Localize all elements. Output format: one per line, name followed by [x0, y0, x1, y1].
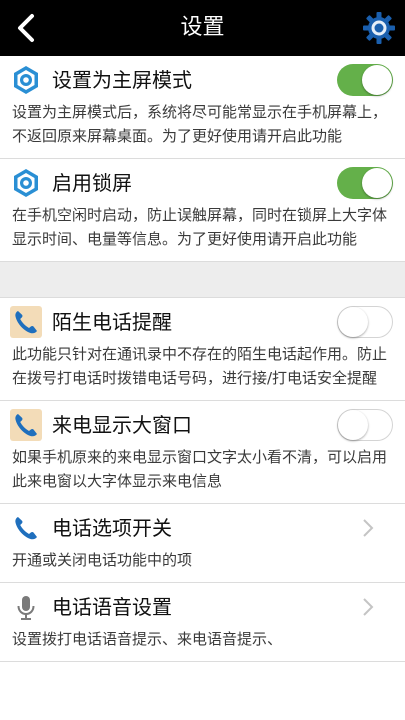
- toggle-switch[interactable]: [337, 409, 393, 441]
- setting-title: 电话选项开关: [52, 516, 172, 540]
- phone-icon: [10, 409, 42, 441]
- setting-title: 电话语音设置: [52, 595, 172, 619]
- toggle-knob: [362, 168, 392, 198]
- toggle-switch[interactable]: [337, 64, 393, 96]
- page-title: 设置: [180, 15, 225, 40]
- setting-home-screen-mode[interactable]: 设置为主屏模式 设置为主屏模式后，系统将尽可能常显示在手机屏幕上，不返回原来屏幕…: [0, 56, 405, 159]
- hexagon-gear-icon: [14, 66, 38, 94]
- setting-phone-voice[interactable]: 电话语音设置 设置拨打电话语音提示、来电语音提示、: [0, 583, 405, 662]
- setting-description: 此功能只针对在通讯录中不存在的陌生电话起作用。防止在拨号打电话时拨错电话号码，进…: [12, 345, 388, 387]
- setting-title: 启用锁屏: [52, 171, 132, 195]
- phone-icon: [15, 517, 37, 540]
- setting-large-caller-window[interactable]: 来电显示大窗口 如果手机原来的来电显示窗口文字太小看不清，可以启用此来电窗以大字…: [0, 401, 405, 504]
- setting-stranger-call-alert[interactable]: 陌生电话提醒 此功能只针对在通讯录中不存在的陌生电话起作用。防止在拨号打电话时拨…: [0, 298, 405, 401]
- setting-description: 在手机空闲时启动，防止误触屏幕，同时在锁屏上大字体显示时间、电量等信息。为了更好…: [12, 206, 388, 248]
- chevron-right-icon: [363, 598, 374, 616]
- gear-icon[interactable]: [361, 10, 397, 46]
- setting-lock-screen[interactable]: 启用锁屏 在手机空闲时启动，防止误触屏幕，同时在锁屏上大字体显示时间、电量等信息…: [0, 159, 405, 262]
- setting-title: 来电显示大窗口: [52, 413, 192, 437]
- setting-title: 陌生电话提醒: [52, 310, 172, 334]
- setting-description: 设置为主屏模式后，系统将尽可能常显示在手机屏幕上，不返回原来屏幕桌面。为了更好使…: [12, 103, 388, 145]
- setting-description: 如果手机原来的来电显示窗口文字太小看不清，可以启用此来电窗以大字体显示来电信息: [12, 448, 388, 490]
- toggle-knob: [338, 307, 368, 337]
- section-divider: [0, 262, 405, 298]
- toggle-knob: [362, 65, 392, 95]
- microphone-icon: [17, 596, 35, 620]
- chevron-right-icon: [363, 519, 374, 537]
- toggle-switch[interactable]: [337, 167, 393, 199]
- setting-phone-options[interactable]: 电话选项开关 开通或关闭电话功能中的项: [0, 504, 405, 583]
- setting-title: 设置为主屏模式: [52, 68, 192, 92]
- setting-description: 设置拨打电话语音提示、来电语音提示、: [12, 630, 283, 648]
- hexagon-gear-icon: [14, 169, 38, 197]
- title-bar: 设置: [0, 0, 405, 56]
- toggle-knob: [338, 410, 368, 440]
- setting-description: 开通或关闭电话功能中的项: [12, 551, 193, 569]
- settings-list: 设置为主屏模式 设置为主屏模式后，系统将尽可能常显示在手机屏幕上，不返回原来屏幕…: [0, 56, 405, 662]
- phone-icon: [10, 306, 42, 338]
- toggle-switch[interactable]: [337, 306, 393, 338]
